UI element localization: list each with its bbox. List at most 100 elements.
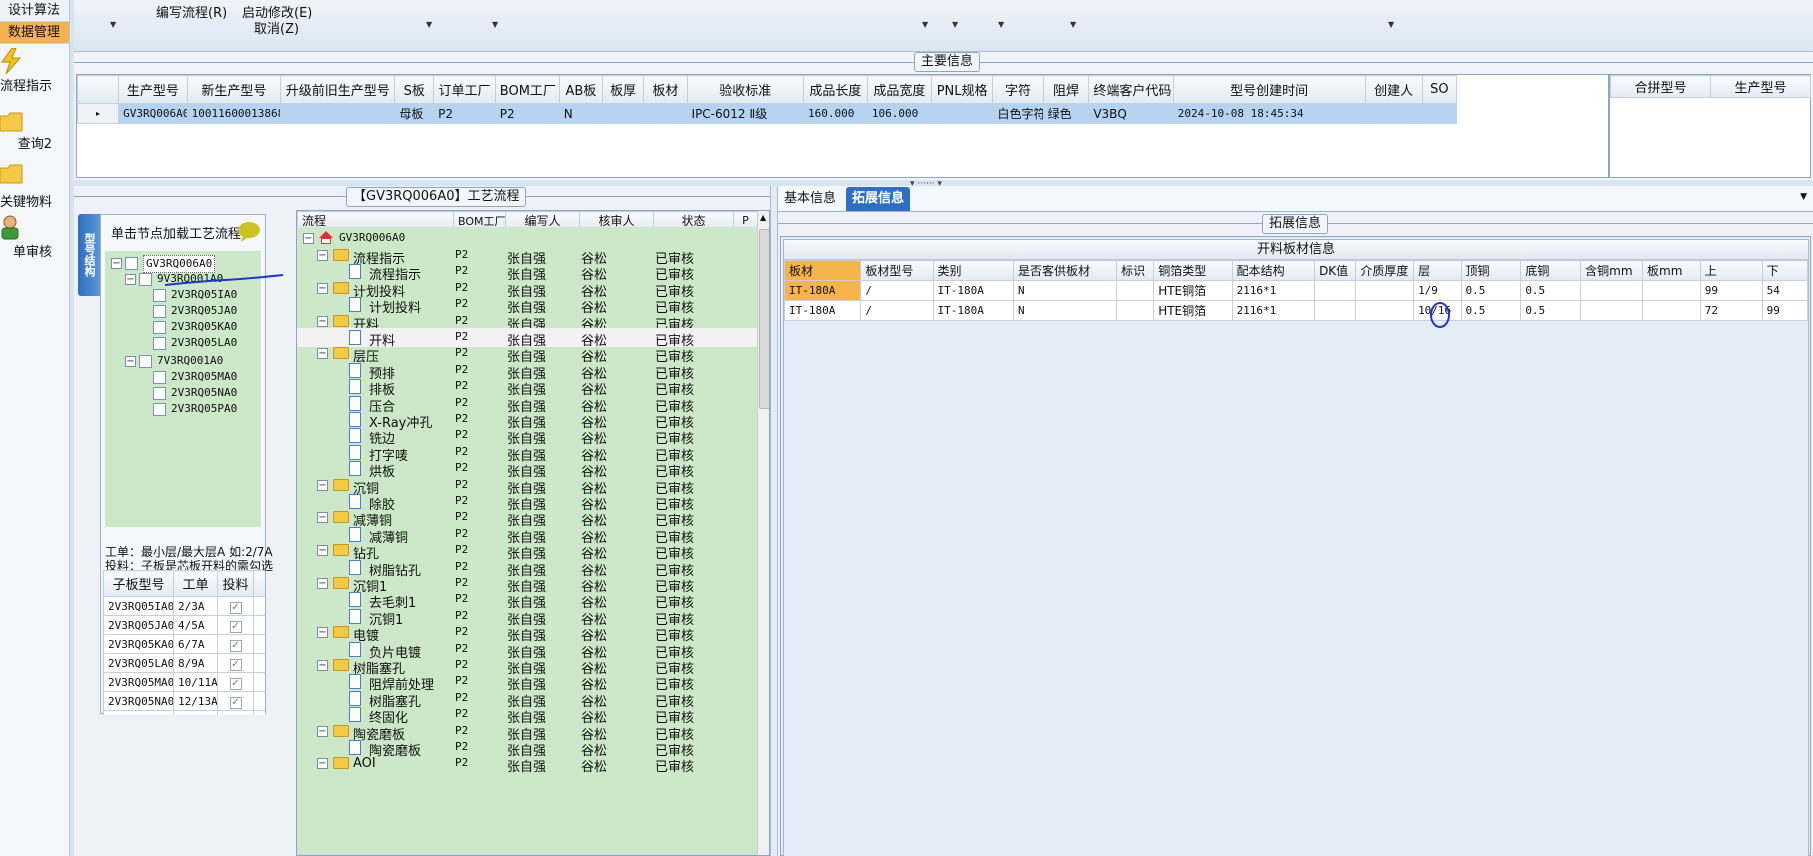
column-header[interactable]: 成品长度 (802, 75, 868, 104)
tree-expander-icon[interactable]: − (125, 356, 136, 367)
table-row[interactable]: 2V3RQ05IA0 2/3A ✓ (103, 596, 265, 616)
flow-bom-cell[interactable]: P2 (455, 707, 468, 720)
flow-bom-cell[interactable]: P2 (455, 543, 468, 556)
table-row[interactable]: 2V3RQ05LA0 8/9A ✓ (103, 653, 265, 673)
tree-expander-icon[interactable]: − (317, 479, 328, 491)
flow-bom-cell[interactable]: P2 (455, 478, 468, 491)
column-header[interactable]: 上 (1699, 260, 1763, 281)
flow-bom-cell[interactable]: P2 (455, 691, 468, 704)
flow-step-name[interactable]: AOI (353, 756, 376, 771)
table-cell[interactable]: 99 (1699, 280, 1763, 301)
flow-writer-cell[interactable]: 张自强 (507, 756, 546, 775)
column-header[interactable]: 介质厚度 (1355, 260, 1415, 281)
flow-bom-cell[interactable]: P2 (455, 379, 468, 392)
table-cell[interactable]: IT-180A (932, 280, 1014, 301)
flow-bom-cell[interactable]: P2 (455, 264, 468, 277)
table-cell[interactable]: 2V3RQ05MA0 (103, 672, 174, 692)
table-row[interactable]: 2V3RQ05JA0 4/5A ✓ (103, 615, 265, 635)
table-cell[interactable] (1580, 280, 1643, 301)
dropdown-arrow-icon[interactable]: ▼ (998, 20, 1004, 29)
column-header[interactable]: 合拼型号 (1610, 75, 1711, 98)
dropdown-arrow-icon[interactable]: ▼ (952, 20, 958, 29)
table-cell[interactable]: P2 (494, 103, 560, 124)
table-cell[interactable]: 2V3RQ05PA0 (103, 710, 174, 715)
column-header[interactable]: 底铜 (1520, 260, 1582, 281)
table-cell[interactable] (280, 103, 396, 124)
cancel-button[interactable]: 取消(Z) (254, 18, 299, 37)
table-cell[interactable]: 106.000 (866, 103, 932, 124)
dropdown-arrow-icon[interactable]: ▼ (1070, 20, 1076, 29)
flow-bom-cell[interactable]: P2 (455, 756, 468, 769)
table-cell[interactable]: 72 (1699, 300, 1763, 321)
tree-node[interactable]: 2V3RQ05PA0 (171, 401, 237, 417)
table-row[interactable]: 2V3RQ05PA014/15A✓ (103, 710, 265, 715)
table-cell[interactable]: 2V3RQ05NA0 (103, 691, 174, 711)
flow-status-cell[interactable]: 已审核 (655, 756, 694, 775)
column-header[interactable]: 工单 (173, 570, 218, 597)
table-cell[interactable]: 2V3RQ05JA0 (103, 615, 174, 635)
tab-dropdown-icon[interactable]: ▼ (1800, 192, 1807, 202)
flow-bom-cell[interactable]: P2 (455, 396, 468, 409)
tree-expander-icon[interactable]: − (317, 627, 328, 639)
column-header[interactable]: 阻焊 (1042, 75, 1090, 104)
table-cell[interactable]: V3BQ (1088, 103, 1174, 124)
column-header[interactable]: 板材型号 (860, 260, 934, 281)
column-header[interactable]: 类别 (932, 260, 1014, 281)
column-header[interactable]: 升级前旧生产型号 (280, 75, 396, 104)
nav-item-key-material[interactable]: 关键物料 (0, 164, 69, 210)
table-cell[interactable]: 12/13A (173, 691, 218, 711)
column-header[interactable]: 新生产型号 (186, 75, 282, 104)
table-cell[interactable]: 99 (1761, 300, 1809, 321)
tree-node[interactable]: 7V3RQ001A0 (157, 353, 223, 369)
table-cell[interactable]: 2/3A (173, 596, 218, 616)
checked-checkbox[interactable]: ✓ (229, 601, 242, 614)
table-cell[interactable] (1580, 300, 1643, 321)
column-header[interactable]: SO (1421, 75, 1458, 104)
table-cell[interactable] (602, 103, 645, 124)
column-header[interactable]: 顶铜 (1460, 260, 1522, 281)
tree-expander-icon[interactable]: − (303, 233, 314, 244)
tree-expander-icon[interactable]: − (317, 512, 328, 524)
table-cell[interactable] (1116, 300, 1155, 321)
column-header[interactable]: DK值 (1314, 260, 1357, 281)
flow-bom-cell[interactable]: P2 (455, 658, 468, 671)
scroll-thumb[interactable] (759, 229, 769, 409)
nav-item-flow-indication[interactable]: 流程指示 (0, 48, 69, 94)
tab-model-structure[interactable]: 型号结构 (78, 214, 100, 296)
table-cell[interactable]: IPC-6012 Ⅱ级 (686, 103, 804, 124)
tree-node[interactable]: 2V3RQ05KA0 (171, 319, 237, 335)
flow-step-name[interactable]: GV3RQ006A0 (339, 231, 405, 244)
flow-scrollbar[interactable]: ▲ (757, 211, 769, 855)
column-header[interactable]: 生产型号 (1710, 75, 1811, 98)
table-row[interactable]: 2V3RQ05MA0 10/11A ✓ (103, 672, 265, 692)
checked-checkbox[interactable]: ✓ (229, 677, 242, 690)
flow-bom-cell[interactable]: P2 (455, 527, 468, 540)
column-header[interactable]: S板 (394, 75, 435, 104)
table-cell[interactable] (1364, 103, 1423, 124)
edit-flow-button[interactable]: 编写流程(R) (156, 2, 227, 21)
table-cell[interactable]: 0.5 (1460, 280, 1522, 301)
flow-row[interactable]: − AOI P2 张自强 谷松 已审核 (297, 754, 757, 775)
flow-bom-cell[interactable]: P2 (455, 674, 468, 687)
flow-bom-cell[interactable]: P2 (455, 248, 468, 261)
table-cell[interactable] (1355, 300, 1415, 321)
table-cell[interactable]: 0.5 (1460, 300, 1522, 321)
table-row[interactable]: 2V3RQ05KA0 6/7A ✓ (103, 634, 265, 654)
table-cell[interactable]: 160.000 (802, 103, 868, 124)
table-cell[interactable]: GV3RQ006A0 (118, 103, 188, 124)
table-cell[interactable]: N (1012, 300, 1118, 321)
table-cell[interactable]: 4/5A (173, 615, 218, 635)
table-cell[interactable]: 8/9A (173, 653, 218, 673)
table-cell[interactable] (1116, 280, 1155, 301)
flow-bom-cell[interactable]: P2 (455, 330, 468, 343)
flow-bom-cell[interactable]: P2 (455, 592, 468, 605)
table-cell[interactable]: / (860, 300, 934, 321)
flow-bom-cell[interactable]: P2 (455, 724, 468, 737)
checked-checkbox[interactable]: ✓ (229, 639, 242, 652)
tree-expander-icon[interactable]: − (317, 282, 328, 294)
tree-expander-icon[interactable]: − (317, 545, 328, 557)
tree-expander-icon[interactable]: − (317, 578, 328, 589)
tree-expander-icon[interactable]: − (317, 315, 328, 327)
dropdown-arrow-icon[interactable]: ▼ (110, 20, 116, 29)
table-cell[interactable]: 6/7A (173, 634, 218, 654)
